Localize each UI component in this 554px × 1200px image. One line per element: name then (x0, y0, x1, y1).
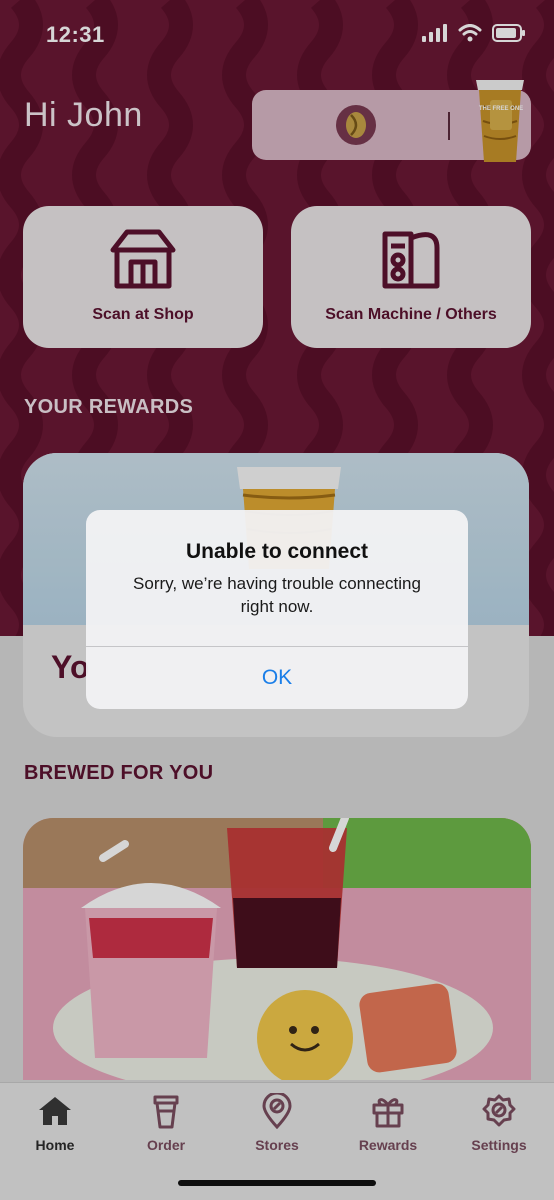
alert-title: Unable to connect (185, 540, 369, 563)
connection-error-alert: Unable to connect Sorry, we’re having tr… (86, 510, 468, 709)
app-screen: 12:31 Hi John THE FREE ONE Scan at Shop … (0, 0, 554, 1200)
alert-ok-button[interactable]: OK (86, 647, 468, 709)
alert-message: Sorry, we’re having trouble connecting r… (133, 574, 421, 616)
